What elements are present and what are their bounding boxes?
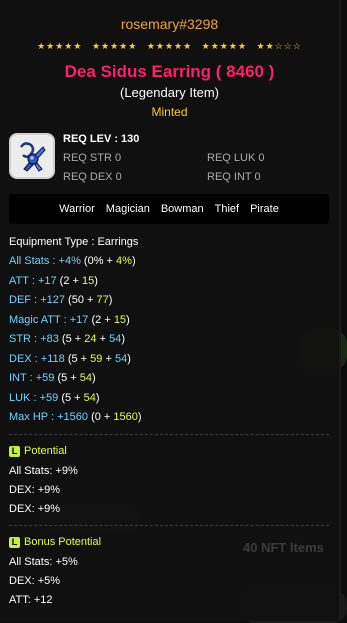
divider	[9, 434, 329, 435]
potential-line: DEX: +9%	[9, 484, 61, 496]
stat-bonus: 54	[83, 391, 96, 404]
stat-bonus: 24	[84, 333, 97, 345]
stat-line: All Stats : +4% (0% + 4%)	[9, 255, 136, 267]
bonus-potential-line: ATT: +12	[9, 594, 53, 606]
stat-line: Max HP : +1560 (0 + 1560)	[9, 411, 142, 423]
stat-name: Max HP :	[9, 411, 55, 423]
nft-items-count: 40 NFT Items	[243, 540, 324, 555]
stat-name: DEX :	[9, 352, 38, 365]
star-group: ★★★★★	[201, 41, 248, 51]
stat-total: +118	[40, 352, 65, 365]
job-requirements-bar: Warrior Magician Bowman Thief Pirate	[9, 194, 329, 224]
stat-total: +17	[37, 274, 57, 287]
stat-line: STR : +83 (5 + 24 + 54)	[9, 333, 125, 345]
stat-total: +59	[39, 391, 59, 404]
stat-total: +17	[69, 313, 89, 326]
stat-name: ATT :	[9, 274, 35, 287]
stat-bonus-extra: 54	[109, 333, 122, 345]
star-group: ★★☆☆☆	[256, 41, 302, 51]
potential-header: L Potential	[9, 445, 67, 457]
stat-total: +1560	[57, 411, 88, 423]
job-warrior: Warrior	[59, 203, 95, 215]
mint-status: Minted	[151, 105, 188, 119]
req-luk: REQ LUK 0	[207, 152, 265, 164]
bonus-potential-line: All Stats: +5%	[9, 556, 78, 568]
job-magician: Magician	[105, 203, 150, 215]
stat-name: STR :	[9, 333, 38, 345]
req-dex: REQ DEX 0	[63, 171, 122, 183]
earring-icon	[19, 142, 46, 172]
stat-base: 0%	[87, 255, 104, 267]
stat-line: DEX : +118 (5 + 59 + 54)	[9, 352, 131, 365]
potential-line: DEX: +9%	[9, 503, 61, 515]
bonus-potential-title: Bonus Potential	[24, 536, 102, 548]
item-icon	[9, 133, 55, 179]
job-thief: Thief	[214, 203, 240, 215]
item-title: Dea Sidus Earring ( 8460 )	[64, 62, 275, 81]
star-force-rating: ★★★★★ ★★★★★ ★★★★★ ★★★★★ ★★☆☆☆	[0, 41, 339, 52]
stat-bonus: 59	[90, 352, 103, 365]
stat-bonus: 4%	[116, 255, 132, 267]
stat-bonus: 15	[82, 274, 95, 287]
stat-bonus-extra: 54	[114, 352, 128, 365]
bonus-potential-header: L Bonus Potential	[9, 536, 101, 548]
potential-title: Potential	[24, 445, 67, 457]
stat-name: LUK :	[9, 391, 37, 404]
stat-bonus: 15	[113, 313, 127, 326]
owner-name: rosemary#3298	[120, 16, 219, 32]
stat-bonus: 1560	[113, 411, 138, 423]
stat-name: DEF :	[9, 294, 38, 306]
req-int: REQ INT 0	[207, 171, 261, 183]
stat-line: INT : +59 (5 + 54)	[9, 372, 96, 384]
req-level: REQ LEV : 130	[63, 133, 140, 145]
stat-base: 50	[71, 294, 84, 306]
stat-total: +4%	[58, 255, 81, 267]
equipment-type: Equipment Type : Earrings	[9, 236, 139, 248]
item-tooltip: rosemary#3298 ★★★★★ ★★★★★ ★★★★★ ★★★★★ ★★…	[0, 0, 341, 621]
stat-total: +59	[35, 372, 55, 384]
stat-name: All Stats :	[9, 255, 56, 267]
stat-name: INT :	[9, 372, 33, 384]
stat-line: LUK : +59 (5 + 54)	[9, 391, 100, 404]
req-str: REQ STR 0	[63, 152, 122, 164]
legendary-badge: L	[9, 446, 20, 457]
star-group: ★★★★★	[37, 41, 83, 51]
star-group: ★★★★★	[91, 41, 138, 51]
bonus-potential-line: DEX: +5%	[9, 575, 61, 587]
item-rarity: (Legendary Item)	[120, 85, 219, 100]
job-bowman: Bowman	[160, 203, 204, 215]
stat-total: +83	[40, 333, 59, 345]
stat-line: ATT : +17 (2 + 15)	[9, 274, 98, 287]
stat-name: Magic ATT :	[9, 313, 67, 326]
legendary-badge: L	[9, 537, 20, 548]
stat-total: +127	[40, 294, 65, 306]
potential-line: All Stats: +9%	[9, 465, 78, 477]
star-group: ★★★★★	[146, 41, 193, 51]
stat-line: Magic ATT : +17 (2 + 15)	[9, 313, 130, 326]
stat-bonus: 77	[96, 294, 109, 306]
stat-bonus: 54	[79, 372, 93, 384]
divider	[9, 525, 329, 526]
job-pirate: Pirate	[250, 203, 279, 215]
stat-line: DEF : +127 (50 + 77)	[9, 294, 113, 306]
